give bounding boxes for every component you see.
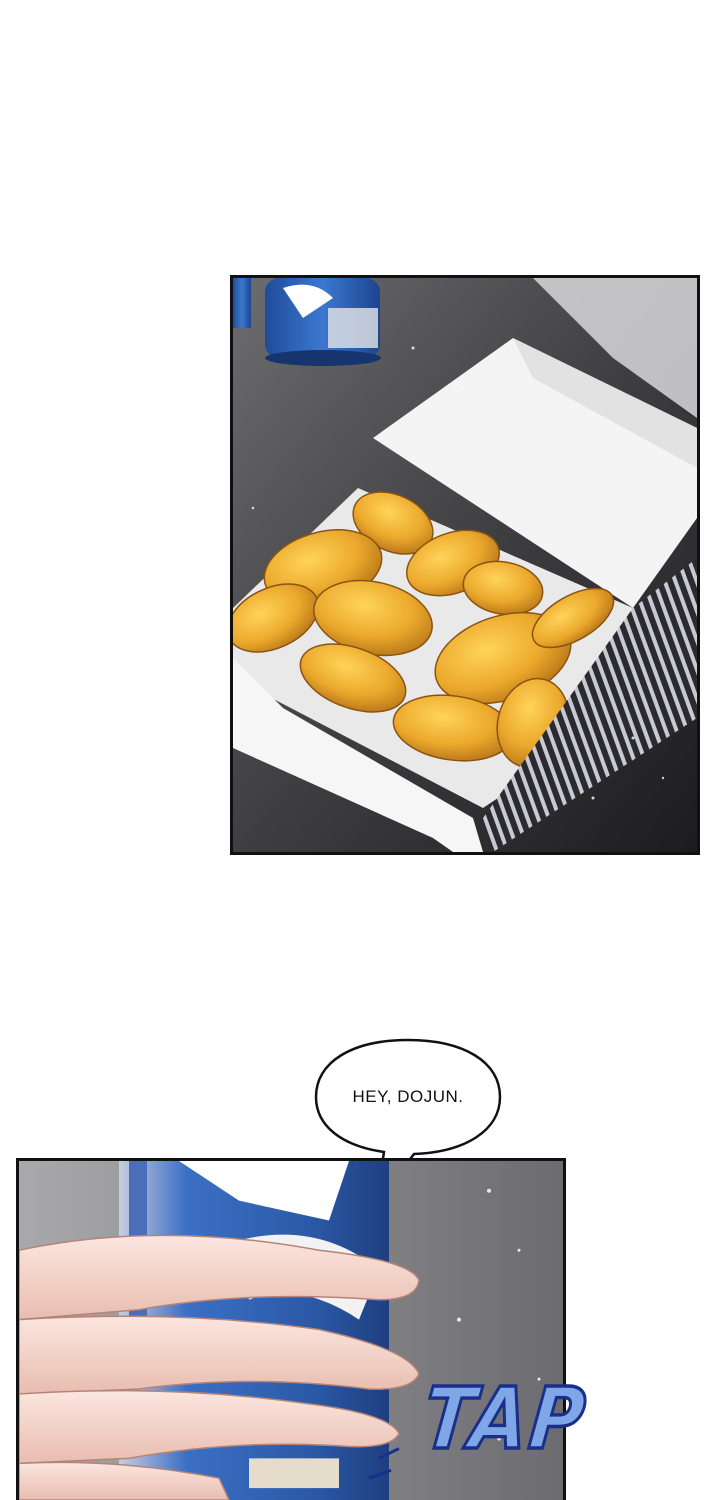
chicken-box-illustration <box>233 278 697 852</box>
speech-bubble-text: HEY, DOJUN. <box>352 1087 464 1106</box>
soda-can <box>265 278 381 366</box>
panel-chicken-box <box>230 275 700 855</box>
sound-effect-tap: TAP <box>417 1368 593 1470</box>
speech-bubble: HEY, DOJUN. <box>314 1038 502 1205</box>
soda-can-small <box>233 278 251 328</box>
